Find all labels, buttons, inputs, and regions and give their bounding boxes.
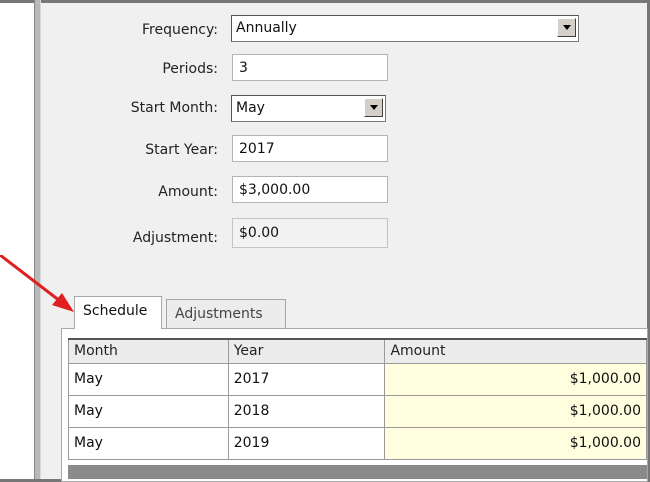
adjustment-input bbox=[232, 218, 388, 248]
tab-adjustments[interactable]: Adjustments bbox=[166, 299, 286, 328]
frequency-select[interactable]: Annually bbox=[231, 15, 579, 42]
month-cell[interactable]: May bbox=[68, 362, 229, 396]
arrow-shaft bbox=[0, 255, 61, 303]
left-pane-border bbox=[34, 0, 41, 482]
chevron-down-icon bbox=[562, 25, 571, 30]
periods-label: Periods: bbox=[162, 61, 218, 77]
start-month-dropdown-button[interactable] bbox=[364, 98, 383, 117]
frequency-label: Frequency: bbox=[141, 22, 218, 38]
year-cell[interactable]: 2017 bbox=[227, 362, 386, 396]
month-cell[interactable]: May bbox=[68, 426, 229, 460]
tab-adjustments-label: Adjustments bbox=[175, 306, 263, 322]
table-row[interactable]: May 2017 $1,000.00 bbox=[68, 362, 647, 396]
table-row[interactable]: May 2019 $1,000.00 bbox=[68, 426, 647, 460]
frequency-value: Annually bbox=[236, 20, 297, 36]
frequency-dropdown-button[interactable] bbox=[557, 18, 576, 37]
grid-empty-area bbox=[68, 465, 647, 479]
chevron-down-icon bbox=[369, 105, 378, 110]
column-header-year[interactable]: Year bbox=[227, 338, 386, 364]
tab-schedule-label: Schedule bbox=[83, 303, 148, 319]
column-header-month[interactable]: Month bbox=[68, 338, 229, 364]
start-month-select[interactable]: May bbox=[231, 95, 386, 122]
start-year-label: Start Year: bbox=[145, 142, 218, 158]
grid-header-row: Month Year Amount bbox=[68, 338, 647, 364]
column-header-amount[interactable]: Amount bbox=[384, 338, 647, 364]
periods-input[interactable] bbox=[232, 54, 388, 81]
amount-cell[interactable]: $1,000.00 bbox=[384, 426, 647, 460]
year-cell[interactable]: 2018 bbox=[227, 394, 386, 428]
amount-cell[interactable]: $1,000.00 bbox=[384, 362, 647, 396]
amount-cell[interactable]: $1,000.00 bbox=[384, 394, 647, 428]
amount-label: Amount: bbox=[158, 184, 218, 200]
month-cell[interactable]: May bbox=[68, 394, 229, 428]
annotation-arrow-icon bbox=[0, 255, 74, 312]
start-month-label: Start Month: bbox=[130, 100, 218, 116]
start-month-value: May bbox=[236, 100, 265, 116]
adjustment-label: Adjustment: bbox=[132, 230, 218, 246]
table-row[interactable]: May 2018 $1,000.00 bbox=[68, 394, 647, 428]
schedule-grid: Month Year Amount May 2017 $1,000.00 May… bbox=[68, 338, 647, 460]
amount-input[interactable] bbox=[232, 176, 388, 203]
start-year-input[interactable] bbox=[232, 135, 388, 162]
year-cell[interactable]: 2019 bbox=[227, 426, 386, 460]
